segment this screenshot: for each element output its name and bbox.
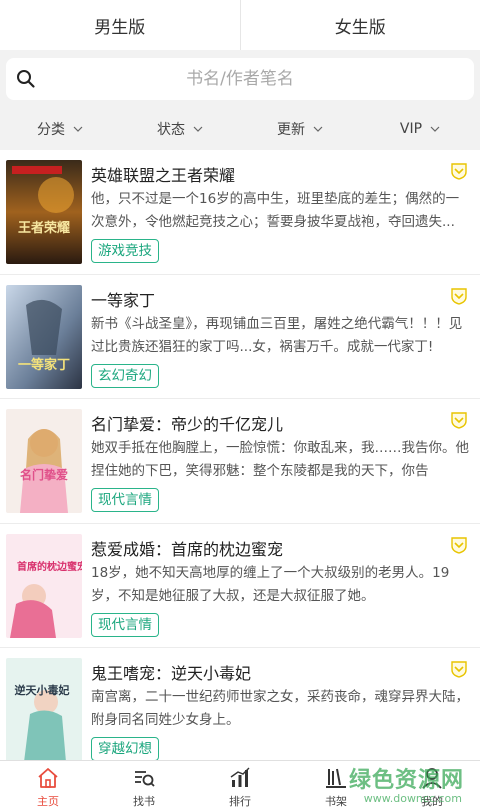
vip-shield-icon	[451, 536, 467, 554]
search-bar	[0, 50, 480, 108]
filter-bar: 分类 状态 更新 VIP	[0, 108, 480, 150]
book-title[interactable]: 一等家丁	[91, 287, 155, 311]
genre-tag[interactable]: 玄幻奇幻	[91, 363, 159, 388]
book-description: 他，只不过是一个16岁的高中生，班里垫底的差生；偶然的一次意外，令他燃起竞技之心…	[91, 191, 460, 230]
search-icon	[17, 70, 35, 88]
book-title[interactable]: 名门挚爱：帝少的千亿宠儿	[91, 411, 283, 435]
cover-title: 王者荣耀	[18, 220, 70, 236]
genre-tag[interactable]: 穿越幻想	[91, 737, 159, 760]
book-description: 18岁，她不知天高地厚的缠上了一个大叔级别的老男人。19岁，不知是她征服了大叔，…	[91, 564, 450, 604]
filter-label: VIP	[399, 121, 423, 137]
home-icon	[38, 768, 58, 788]
tab-bookshelf[interactable]: 书架	[288, 761, 384, 812]
search-box[interactable]	[6, 58, 474, 100]
genre-tag[interactable]: 现代言情	[91, 488, 159, 512]
gender-tabs: 男生版 女生版	[0, 0, 480, 50]
book-title[interactable]: 英雄联盟之王者荣耀	[91, 162, 235, 186]
tab-male-edition[interactable]: 男生版	[0, 0, 240, 50]
vip-shield-icon	[451, 412, 467, 429]
vip-shield-icon	[451, 287, 467, 305]
chevron-down-icon	[430, 126, 440, 132]
book-item[interactable]: 名门挚爱 名门挚爱：帝少的千亿宠儿 她双手抵在他胸膛上，一脸惊慌：你敢乱来，我……	[0, 399, 480, 524]
filter-status[interactable]: 状态	[120, 108, 240, 150]
book-search-icon	[135, 771, 155, 787]
cover-title: 逆天小毒妃	[15, 683, 70, 697]
vip-shield-icon	[451, 163, 467, 180]
tab-mine[interactable]: 我的	[384, 761, 480, 812]
book-title[interactable]: 鬼王嗜宠：逆天小毒妃	[91, 660, 251, 684]
tab-label: 书架	[325, 795, 347, 808]
tab-ranking[interactable]: 排行	[192, 761, 288, 812]
tab-home[interactable]: 主页	[0, 761, 96, 812]
cover-title: 首席的枕边蜜宠	[17, 560, 82, 573]
book-title[interactable]: 惹爱成婚：首席的枕边蜜宠	[91, 536, 283, 560]
cover-title: 名门挚爱	[20, 467, 68, 482]
filter-update[interactable]: 更新	[240, 108, 360, 150]
book-cover[interactable]: 一等家丁	[6, 284, 82, 389]
book-list: 王者荣耀 英雄联盟之王者荣耀 他，只不过是一个16岁的高中生，班里垫底的差生；偶…	[0, 150, 480, 760]
bottom-tabbar: 主页 找书 排行 书架 我的	[0, 760, 480, 812]
book-item[interactable]: 一等家丁 一等家丁 新书《斗战圣皇》，再现铺血三百里，屠姓之绝代霸气！！！见过比…	[0, 275, 480, 399]
book-description: 新书《斗战圣皇》，再现铺血三百里，屠姓之绝代霸气！！！见过比贵族还猖狂的家丁吗.…	[91, 315, 463, 355]
tab-label: 找书	[133, 795, 155, 808]
tab-label: 男生版	[94, 17, 146, 38]
filter-category[interactable]: 分类	[0, 108, 120, 150]
tab-female-edition[interactable]: 女生版	[239, 0, 480, 50]
bookshelf-icon	[326, 768, 346, 788]
search-input[interactable]	[90, 69, 390, 89]
book-description: 南宫离，二十一世纪药师世家之女，采药丧命，魂穿异界大陆，附身同名同姓少女身上。	[91, 689, 469, 728]
user-icon	[422, 768, 442, 789]
genre-tag[interactable]: 现代言情	[91, 612, 159, 637]
genre-tag[interactable]: 游戏竞技	[91, 239, 159, 263]
filter-label: 分类	[37, 122, 65, 138]
tab-label: 女生版	[334, 17, 386, 38]
tab-label: 排行	[229, 795, 251, 808]
tab-label: 主页	[37, 795, 59, 808]
book-cover[interactable]: 首席的枕边蜜宠	[6, 533, 82, 638]
book-cover[interactable]: 名门挚爱	[6, 409, 82, 513]
book-cover[interactable]: 王者荣耀	[6, 160, 82, 264]
filter-vip[interactable]: VIP	[360, 108, 480, 150]
tab-label: 我的	[421, 795, 443, 808]
cover-title: 一等家丁	[18, 357, 70, 373]
ranking-icon	[230, 767, 250, 787]
book-item[interactable]: 逆天小毒妃 鬼王嗜宠：逆天小毒妃 南宫离，二十一世纪药师世家之女，采药丧命，魂穿…	[0, 648, 480, 760]
book-item[interactable]: 首席的枕边蜜宠 惹爱成婚：首席的枕边蜜宠 18岁，她不知天高地厚的缠上了一个大叔…	[0, 524, 480, 648]
chevron-down-icon	[193, 126, 203, 132]
vip-shield-icon	[451, 661, 467, 678]
filter-label: 状态	[157, 122, 185, 138]
chevron-down-icon	[73, 126, 83, 132]
tab-find-books[interactable]: 找书	[96, 761, 192, 812]
chevron-down-icon	[313, 126, 323, 132]
book-item[interactable]: 王者荣耀 英雄联盟之王者荣耀 他，只不过是一个16岁的高中生，班里垫底的差生；偶…	[0, 150, 480, 275]
book-cover[interactable]: 逆天小毒妃	[6, 658, 82, 760]
filter-label: 更新	[277, 122, 305, 138]
book-description: 她双手抵在他胸膛上，一脸惊慌：你敢乱来，我……我告你。他捏住她的下巴，笑得邪魅：…	[91, 440, 469, 479]
